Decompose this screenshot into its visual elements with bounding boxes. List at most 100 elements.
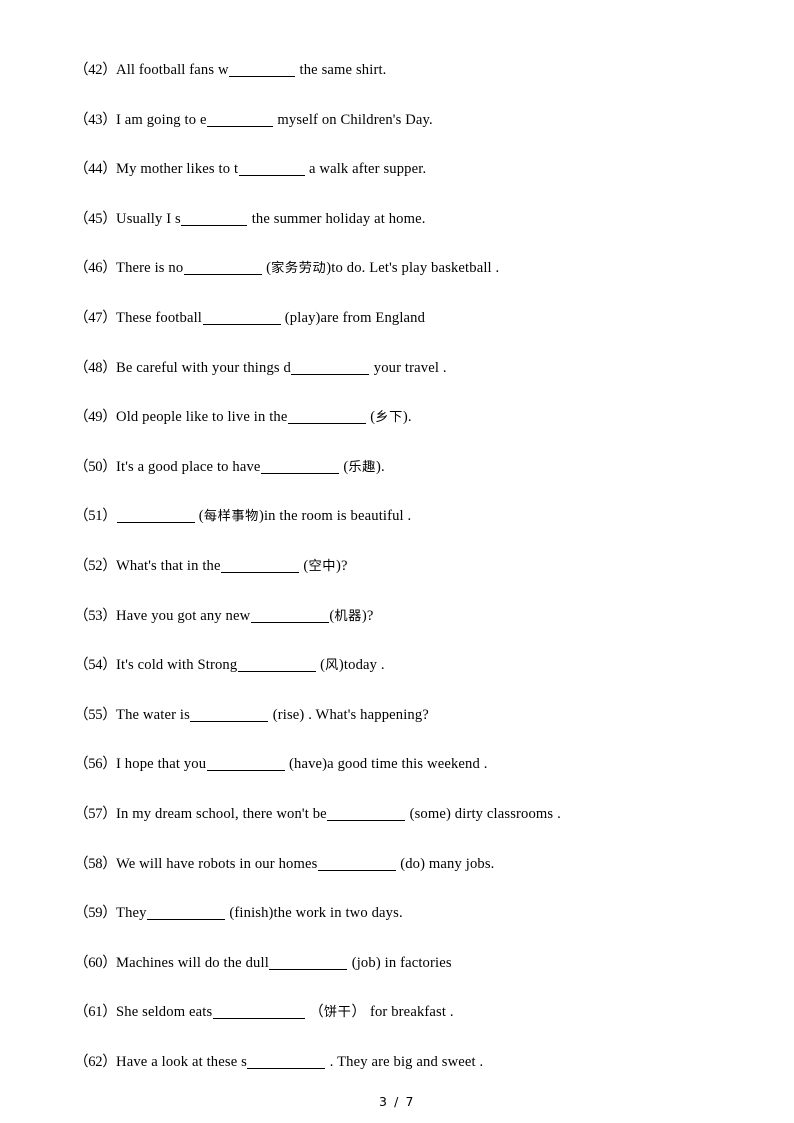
answer-blank[interactable] [327, 806, 406, 821]
sentence-fragment: All football fans w [116, 62, 229, 79]
chinese-hint: 乡下 [375, 410, 403, 426]
question-item: （51） (每样事物)in the room is beautiful . [74, 508, 411, 524]
sentence-fragment: )today . [338, 657, 385, 674]
answer-blank[interactable] [212, 1004, 305, 1019]
chinese-hint: 机器 [334, 609, 362, 625]
question-item: （62）Have a look at these s . They are bi… [74, 1054, 483, 1070]
question-number: （43） [74, 112, 117, 129]
sentence-fragment: Usually I s [116, 211, 181, 228]
answer-blank[interactable] [221, 558, 300, 573]
question-item: （44）My mother likes to t a walk after su… [74, 161, 426, 177]
sentence-fragment: a walk after supper. [305, 161, 427, 178]
question-number: （61） [74, 1004, 117, 1021]
sentence-fragment: Old people like to live in the [116, 409, 288, 426]
question-text: We will have robots in our homes (do) ma… [116, 856, 494, 872]
sentence-fragment: Be careful with your things d [116, 360, 291, 377]
question-text: Be careful with your things d your trave… [116, 360, 447, 376]
question-text: The water is (rise) . What's happening? [116, 707, 429, 723]
sentence-fragment: It's a good place to have [116, 459, 261, 476]
question-number: （52） [74, 558, 117, 575]
sentence-fragment: ). [402, 409, 412, 426]
question-text: There is no (家务劳动)to do. Let's play bask… [116, 260, 499, 276]
sentence-fragment: They [116, 905, 147, 922]
question-number: （58） [74, 856, 117, 873]
question-item: （48）Be careful with your things d your t… [74, 360, 447, 376]
question-text: Machines will do the dull (job) in facto… [116, 955, 452, 971]
question-item: （50）It's a good place to have (乐趣). [74, 459, 385, 475]
chinese-hint: 家务劳动 [271, 261, 327, 277]
question-item: （57）In my dream school, there won't be (… [74, 806, 561, 822]
answer-blank[interactable] [229, 62, 296, 77]
answer-blank[interactable] [183, 260, 262, 275]
question-text: Old people like to live in the (乡下). [116, 409, 412, 425]
answer-blank[interactable] [116, 508, 195, 523]
question-item: （47）These football (play)are from Englan… [74, 310, 425, 326]
answer-blank[interactable] [181, 211, 248, 226]
question-item: （56）I hope that you (have)a good time th… [74, 756, 488, 772]
question-text: They (finish)the work in two days. [116, 905, 403, 921]
sentence-fragment: the summer holiday at home. [247, 211, 426, 228]
chinese-hint: 饼干 [323, 1005, 352, 1021]
sentence-fragment: It's cold with Strong [116, 657, 238, 674]
question-number: （50） [74, 459, 117, 476]
sentence-fragment: What's that in the [116, 558, 221, 575]
answer-blank[interactable] [190, 707, 269, 722]
question-item: （60）Machines will do the dull (job) in f… [74, 955, 452, 971]
answer-blank[interactable] [237, 657, 316, 672]
answer-blank[interactable] [206, 756, 285, 771]
answer-blank[interactable] [291, 360, 370, 375]
answer-blank[interactable] [247, 1054, 326, 1069]
answer-blank[interactable] [317, 856, 396, 871]
question-item: （54）It's cold with Strong (风)today . [74, 657, 385, 673]
page-footer: 3 / 7 [378, 1094, 416, 1109]
answer-blank[interactable] [261, 459, 340, 474]
sentence-fragment: In my dream school, there won't be [116, 806, 327, 823]
question-item: （49）Old people like to live in the (乡下). [74, 409, 412, 425]
answer-blank[interactable] [287, 409, 366, 424]
sentence-fragment: (have)a good time this weekend . [285, 756, 488, 773]
question-number: （51） [74, 508, 117, 525]
question-text: What's that in the (空中)? [116, 558, 348, 574]
question-text: All football fans w the same shirt. [116, 62, 386, 78]
question-number: （60） [74, 955, 117, 972]
sentence-fragment: )? [361, 608, 374, 625]
question-item: （46）There is no (家务劳动)to do. Let's play … [74, 260, 499, 276]
answer-blank[interactable] [202, 310, 281, 325]
sentence-fragment: myself on Children's Day. [273, 112, 433, 129]
sentence-fragment: . They are big and sweet . [325, 1054, 484, 1071]
answer-blank[interactable] [207, 112, 274, 127]
question-text: Usually I s the summer holiday at home. [116, 211, 426, 227]
sentence-fragment: Have you got any new [116, 608, 251, 625]
question-item: （52）What's that in the (空中)? [74, 558, 348, 574]
question-item: （61）She seldom eats （饼干） for breakfast . [74, 1004, 454, 1020]
answer-blank[interactable] [238, 161, 305, 176]
question-text: My mother likes to t a walk after supper… [116, 161, 426, 177]
answer-blank[interactable] [269, 955, 348, 970]
question-number: （47） [74, 310, 117, 327]
question-item: （58）We will have robots in our homes (do… [74, 856, 494, 872]
question-item: （59）They (finish)the work in two days. [74, 905, 403, 921]
chinese-hint: 风 [325, 658, 339, 674]
question-item: （43）I am going to e myself on Children's… [74, 112, 433, 128]
sentence-fragment: ( [316, 657, 326, 674]
question-number: （55） [74, 707, 117, 724]
question-number: （48） [74, 360, 117, 377]
sentence-fragment: My mother likes to t [116, 161, 239, 178]
question-number: （62） [74, 1054, 117, 1071]
question-number: （57） [74, 806, 117, 823]
sentence-fragment: （ [305, 1004, 324, 1021]
sentence-fragment: ). [375, 459, 385, 476]
sentence-fragment: There is no [116, 260, 184, 277]
sentence-fragment: Machines will do the dull [116, 955, 269, 972]
answer-blank[interactable] [250, 608, 329, 623]
sentence-fragment: ( [262, 260, 272, 277]
question-text: I hope that you (have)a good time this w… [116, 756, 488, 772]
question-text: Have a look at these s . They are big an… [116, 1054, 483, 1070]
sentence-fragment: These football [116, 310, 202, 327]
answer-blank[interactable] [147, 905, 226, 920]
sentence-fragment: ( [366, 409, 376, 426]
question-text: I am going to e myself on Children's Day… [116, 112, 433, 128]
question-text: In my dream school, there won't be (some… [116, 806, 561, 822]
chinese-hint: 每样事物 [203, 509, 259, 525]
question-number: （56） [74, 756, 117, 773]
